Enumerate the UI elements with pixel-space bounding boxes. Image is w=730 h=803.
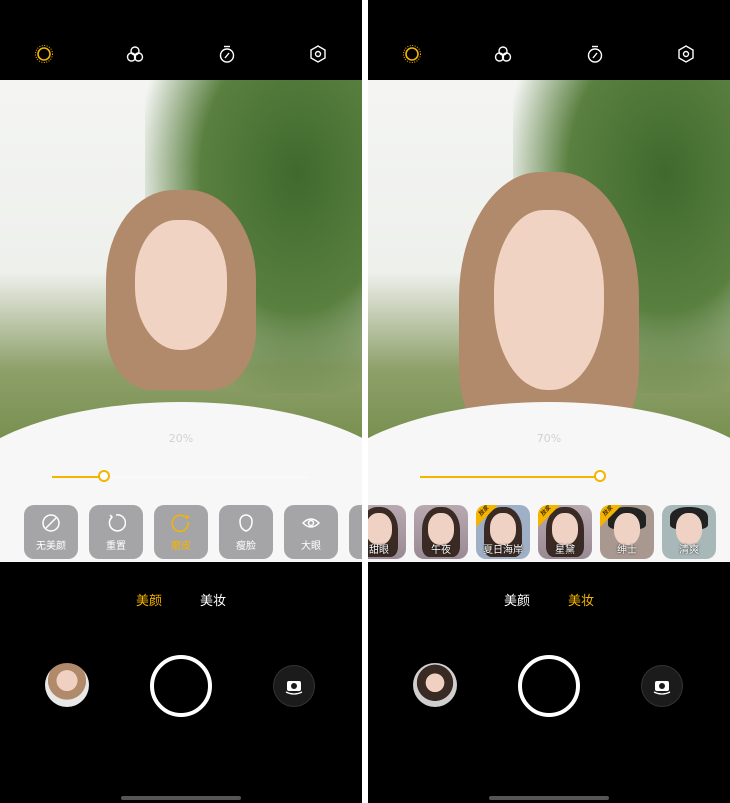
- reset-icon: [108, 513, 126, 532]
- tab-beauty[interactable]: 美颜: [504, 590, 530, 609]
- slider-handle[interactable]: [98, 470, 110, 482]
- tool-reset[interactable]: 重置: [89, 505, 143, 559]
- subject-face: [494, 210, 604, 390]
- intensity-slider[interactable]: [420, 470, 606, 484]
- shutter-button[interactable]: [150, 655, 212, 717]
- beauty-tools: 无美颜 重置 磨皮 瘦脸 大眼 瘦鼻: [24, 505, 362, 559]
- look-item[interactable]: 独家 夏日海岸: [476, 505, 530, 559]
- tab-beauty[interactable]: 美颜: [136, 590, 162, 609]
- look-item[interactable]: 甜眼: [368, 505, 406, 559]
- switch-camera-icon: [285, 681, 303, 695]
- filter-icon[interactable]: [493, 44, 513, 64]
- tool-big-eye[interactable]: 大眼: [284, 505, 338, 559]
- look-item[interactable]: 独家 绅士: [600, 505, 654, 559]
- settings-icon[interactable]: [308, 44, 328, 64]
- gallery-thumbnail[interactable]: [45, 663, 89, 707]
- look-label: 绅士: [617, 545, 637, 556]
- switch-camera-button[interactable]: [641, 665, 683, 707]
- slim-face-icon: [239, 513, 253, 532]
- top-toolbar: [368, 0, 730, 80]
- tool-label: 大眼: [301, 540, 321, 552]
- big-eye-icon: [301, 517, 321, 528]
- look-item[interactable]: 独家 星黛: [538, 505, 592, 559]
- tab-makeup[interactable]: 美妆: [568, 590, 594, 609]
- tool-label: 重置: [106, 540, 126, 552]
- mode-tabs: 美颜 美妆: [0, 590, 362, 609]
- timer-icon[interactable]: [585, 44, 605, 64]
- tool-label: 无美颜: [36, 540, 66, 552]
- brightness-icon[interactable]: [402, 44, 422, 64]
- home-indicator: [121, 796, 241, 800]
- top-toolbar: [0, 0, 362, 80]
- camera-preview[interactable]: 20%: [0, 80, 362, 562]
- no-beauty-icon: [42, 513, 60, 532]
- home-indicator: [489, 796, 609, 800]
- tool-label: 瘦脸: [236, 540, 256, 552]
- look-label: 甜眼: [369, 545, 389, 556]
- tool-slim-face[interactable]: 瘦脸: [219, 505, 273, 559]
- camera-screen-beauty: 20% 无美颜 重置 磨皮 瘦脸 大眼 瘦鼻 美颜 美妆: [0, 0, 362, 803]
- look-item[interactable]: 清爽: [662, 505, 716, 559]
- intensity-value: 70%: [536, 432, 562, 445]
- tool-no-beauty[interactable]: 无美颜: [24, 505, 78, 559]
- gallery-thumbnail[interactable]: [413, 663, 457, 707]
- look-label: 午夜: [431, 545, 451, 556]
- mode-tabs: 美颜 美妆: [368, 590, 730, 609]
- shutter-button[interactable]: [518, 655, 580, 717]
- filter-icon[interactable]: [125, 44, 145, 64]
- camera-screen-makeup: 70% 甜眼 午夜 独家 夏日海岸 独家 星黛 独家 绅士 清爽 美颜 美妆: [368, 0, 730, 803]
- camera-preview[interactable]: 70%: [368, 80, 730, 562]
- look-item[interactable]: 午夜: [414, 505, 468, 559]
- switch-camera-button[interactable]: [273, 665, 315, 707]
- timer-icon[interactable]: [217, 44, 237, 64]
- tool-label: 磨皮: [171, 540, 191, 552]
- look-label: 清爽: [679, 545, 699, 556]
- makeup-looks: 甜眼 午夜 独家 夏日海岸 独家 星黛 独家 绅士 清爽: [368, 505, 716, 559]
- look-label: 夏日海岸: [483, 545, 523, 556]
- settings-icon[interactable]: [676, 44, 696, 64]
- tool-smooth[interactable]: 磨皮: [154, 505, 208, 559]
- switch-camera-icon: [653, 681, 671, 695]
- slider-handle[interactable]: [594, 470, 606, 482]
- intensity-slider[interactable]: [52, 470, 307, 484]
- tab-makeup[interactable]: 美妆: [200, 590, 226, 609]
- subject-face: [135, 220, 227, 350]
- smooth-icon: [171, 514, 189, 532]
- intensity-value: 20%: [168, 432, 194, 445]
- look-label: 星黛: [555, 545, 575, 556]
- tool-slim-nose[interactable]: 瘦鼻: [349, 505, 362, 559]
- brightness-icon[interactable]: [34, 44, 54, 64]
